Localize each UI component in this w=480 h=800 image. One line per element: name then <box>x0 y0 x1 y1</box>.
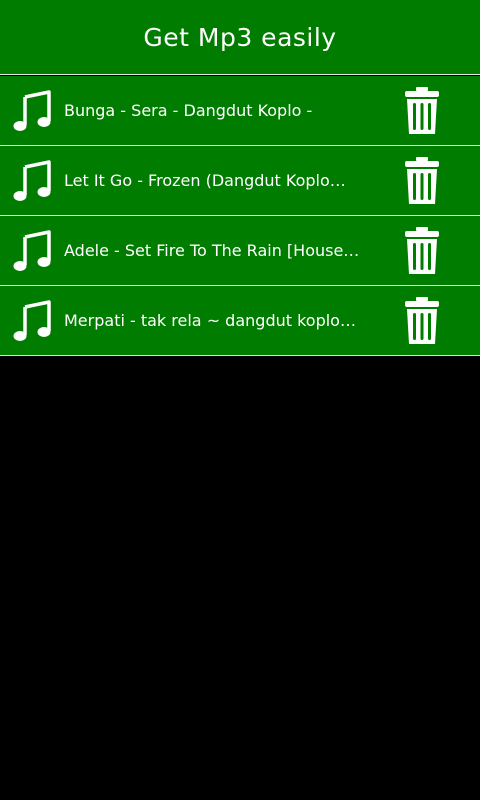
trash-icon[interactable] <box>402 155 442 207</box>
song-title: Let It Go - Frozen (Dangdut Koplo… <box>64 171 346 190</box>
list-item[interactable]: Bunga - Sera - Dangdut Koplo - <box>0 76 480 146</box>
music-note-icon <box>11 229 55 273</box>
list-item[interactable]: Adele - Set Fire To The Rain [House… <box>0 216 480 286</box>
trash-icon[interactable] <box>402 295 442 347</box>
app-header: Get Mp3 easily <box>0 0 480 75</box>
song-list: Bunga - Sera - Dangdut Koplo - Let It Go… <box>0 76 480 356</box>
page-title: Get Mp3 easily <box>143 22 337 52</box>
song-title: Adele - Set Fire To The Rain [House… <box>64 241 360 260</box>
app-screen: Get Mp3 easily Bunga - Sera - Dangdut Ko… <box>0 0 480 800</box>
music-note-icon <box>11 159 55 203</box>
song-title: Merpati - tak rela ~ dangdut koplo… <box>64 311 356 330</box>
list-item[interactable]: Merpati - tak rela ~ dangdut koplo… <box>0 286 480 356</box>
music-note-icon <box>11 299 55 343</box>
trash-icon[interactable] <box>402 85 442 137</box>
music-note-icon <box>11 89 55 133</box>
song-title: Bunga - Sera - Dangdut Koplo - <box>64 101 313 120</box>
list-item[interactable]: Let It Go - Frozen (Dangdut Koplo… <box>0 146 480 216</box>
trash-icon[interactable] <box>402 225 442 277</box>
